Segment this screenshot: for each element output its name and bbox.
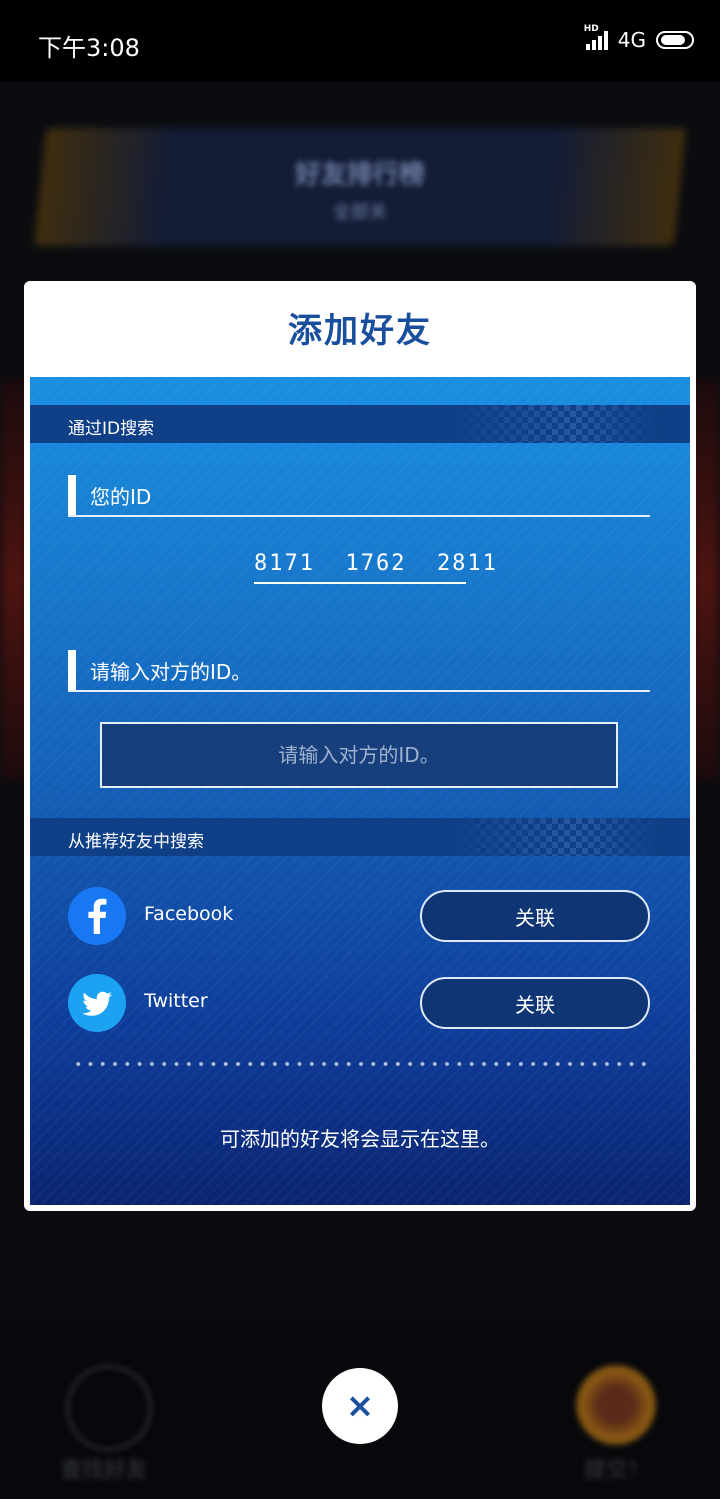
enter-id-label: 请输入对方的ID。	[90, 660, 252, 684]
background-banner-title: 好友排行榜	[294, 160, 425, 190]
recommended-title: 从推荐好友中搜索	[68, 832, 204, 852]
facebook-label: Facebook	[144, 903, 234, 925]
dotted-divider	[72, 1062, 652, 1066]
social-row-twitter: Twitter 关联	[68, 974, 650, 1032]
friend-id-input[interactable]	[100, 722, 618, 788]
label-accent-bar	[68, 475, 76, 515]
status-bar: 下午3:08 HD 4G	[0, 0, 720, 82]
checker-pattern	[450, 818, 660, 856]
background-find-friend-icon	[66, 1365, 152, 1451]
search-by-id-title: 通过ID搜索	[68, 419, 155, 439]
enter-id-label-row: 请输入对方的ID。	[68, 650, 650, 692]
status-time: 下午3:08	[38, 34, 140, 62]
signal-icon: HD	[584, 24, 608, 50]
hd-label: HD	[583, 24, 599, 34]
recommended-header: 从推荐好友中搜索	[30, 818, 690, 856]
status-icons: HD 4G	[584, 24, 694, 52]
your-id-label: 您的ID	[90, 485, 152, 509]
checker-pattern	[450, 405, 660, 443]
search-by-id-header: 通过ID搜索	[30, 405, 690, 443]
background-banner-subtitle: 全部关	[333, 202, 387, 223]
add-friend-dialog: 添加好友 通过ID搜索 您的ID 8171 1762 2811 请输入对方的ID…	[24, 281, 696, 1211]
close-button[interactable]: ×	[322, 1368, 398, 1444]
social-row-facebook: Facebook 关联	[68, 887, 650, 945]
close-icon: ×	[345, 1386, 375, 1426]
empty-friends-message: 可添加的好友将会显示在这里。	[220, 1127, 500, 1151]
network-label: 4G	[617, 28, 646, 52]
background-find-friend-label: 查找好友	[60, 1458, 149, 1483]
label-accent-bar	[68, 650, 76, 690]
link-facebook-button[interactable]: 关联	[420, 890, 650, 942]
twitter-label: Twitter	[144, 990, 208, 1012]
background-submit-icon	[576, 1365, 656, 1445]
twitter-icon	[68, 974, 126, 1032]
your-id-label-row: 您的ID	[68, 475, 650, 517]
battery-icon	[656, 31, 694, 49]
dialog-panel: 通过ID搜索 您的ID 8171 1762 2811 请输入对方的ID。 从推荐…	[30, 377, 690, 1205]
your-id-value[interactable]: 8171 1762 2811	[254, 551, 496, 584]
link-twitter-button[interactable]: 关联	[420, 977, 650, 1029]
dialog-title: 添加好友	[288, 311, 432, 351]
facebook-icon	[68, 887, 126, 945]
background-submit-label: 提交！	[584, 1458, 651, 1483]
